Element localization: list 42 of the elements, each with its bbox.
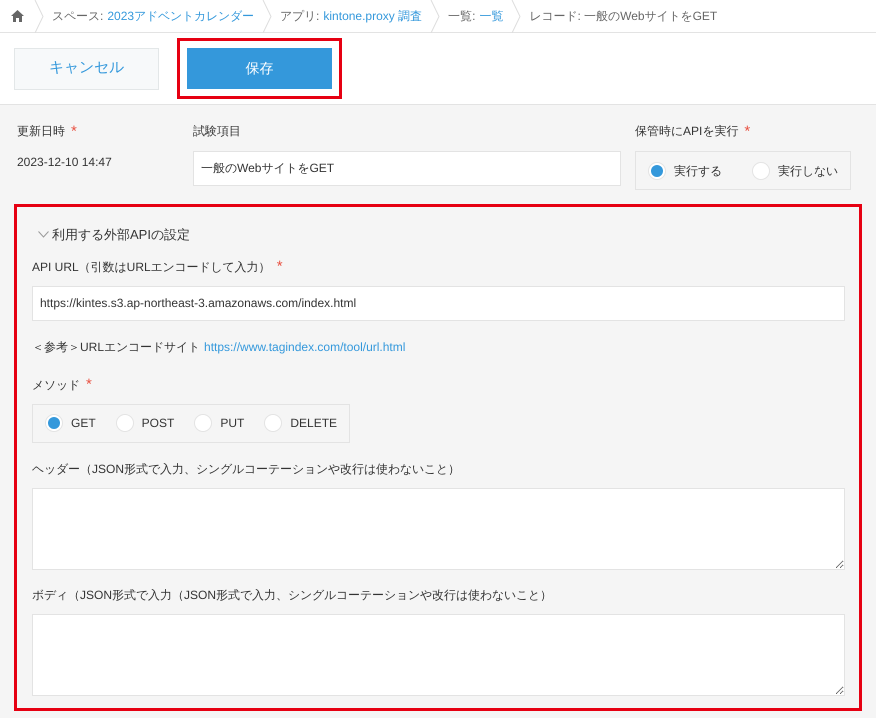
- text-area[interactable]: [32, 488, 845, 570]
- required-mark: *: [86, 377, 92, 392]
- radio-label: GET: [71, 415, 96, 432]
- cancel-button[interactable]: キャンセル: [14, 48, 159, 90]
- radio-label: PUT: [220, 415, 244, 432]
- field-label: ヘッダー（JSON形式で入力、シングルコーテーションや改行は使わないこと）: [32, 460, 460, 478]
- radio-button[interactable]: [116, 414, 134, 432]
- link[interactable]: https://www.tagindex.com/tool/url.html: [204, 338, 406, 356]
- field-label: 保管時にAPIを実行: [635, 123, 738, 140]
- field-label: 更新日時: [17, 123, 65, 140]
- text-field[interactable]: 一般のWebサイトをGET: [193, 151, 621, 186]
- chevron-down-icon: [38, 231, 49, 238]
- required-mark: *: [276, 259, 283, 274]
- radio-label: POST: [142, 415, 174, 432]
- radio-label: 実行する: [674, 162, 722, 180]
- radio-label: DELETE: [290, 415, 338, 432]
- radio-button[interactable]: [264, 414, 282, 432]
- radio-label: 実行しない: [778, 162, 838, 180]
- radio-button[interactable]: [45, 414, 63, 432]
- breadcrumb-label: レコード: 一般のWebサイトをGET: [529, 8, 718, 25]
- save-button[interactable]: 保存: [187, 48, 332, 89]
- radio-button[interactable]: [648, 162, 666, 180]
- home-icon[interactable]: [10, 10, 24, 22]
- field-label: ボディ（JSON形式で入力（JSON形式で入力、シングルコーテーションや改行は使わないこと）: [32, 586, 552, 604]
- breadcrumb-label: スペース:: [52, 8, 104, 25]
- required-mark: *: [71, 124, 77, 138]
- radio-button[interactable]: [752, 162, 770, 180]
- breadcrumb-label: 一覧:: [448, 8, 476, 25]
- field-label: API URL（引数はURLエンコードして入力）: [32, 258, 271, 276]
- breadcrumb-link[interactable]: 2023アドベントカレンダー: [107, 7, 254, 25]
- radio-button[interactable]: [194, 414, 212, 432]
- field-value: 2023-12-10 14:47: [17, 154, 113, 171]
- breadcrumb-link[interactable]: 一覧: [479, 7, 504, 25]
- note-text: ＜参考＞URLエンコードサイト: [32, 338, 200, 356]
- field-label: メソッド: [32, 376, 80, 394]
- breadcrumb-link[interactable]: kintone.proxy 調査: [323, 7, 422, 25]
- text-field[interactable]: https://kintes.s3.ap-northeast-3.amazonaws.com/index.html: [32, 286, 845, 320]
- group-toggle[interactable]: 利用する外部APIの設定: [32, 225, 845, 244]
- breadcrumb-label: アプリ:: [280, 8, 320, 25]
- required-mark: *: [744, 124, 750, 138]
- text-area[interactable]: [32, 614, 845, 696]
- field-label: 試験項目: [193, 123, 241, 140]
